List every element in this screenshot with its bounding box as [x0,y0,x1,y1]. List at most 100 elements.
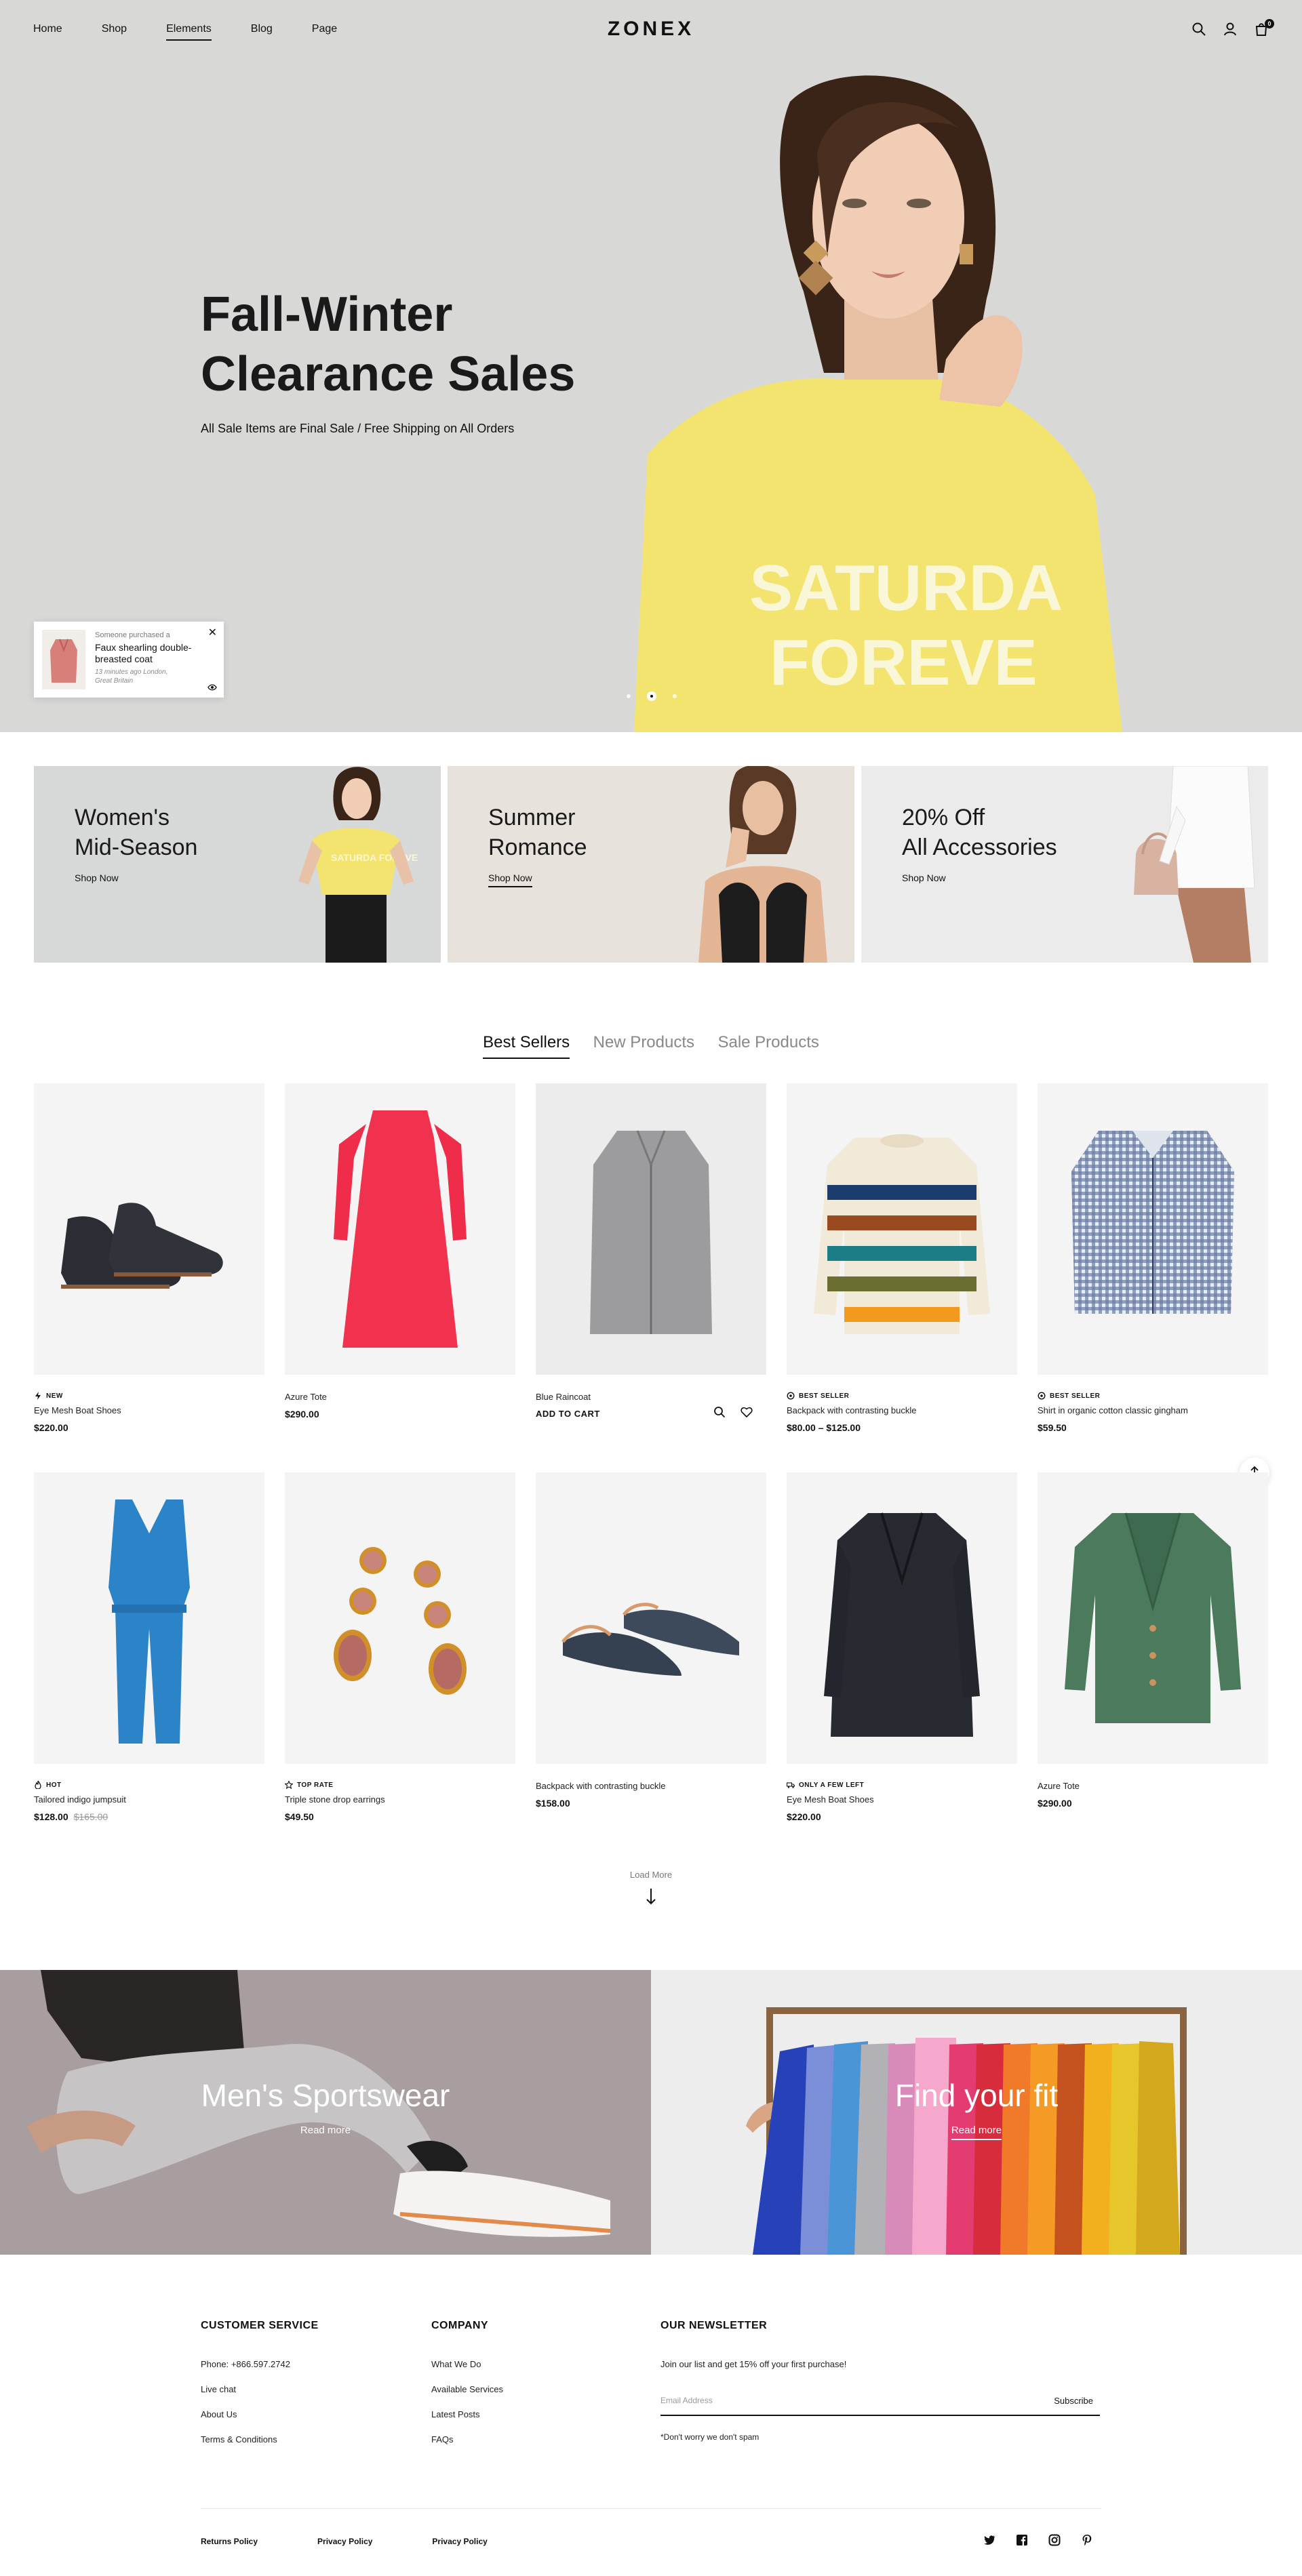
close-icon[interactable]: ✕ [208,626,217,639]
newsletter-note: *Don't worry we don't spam [660,2432,760,2442]
product-image[interactable] [34,1472,264,1764]
product-image[interactable] [536,1472,766,1764]
product-badge-label: BEST SELLER [799,1392,850,1400]
popup-product-thumbnail [42,630,85,689]
privacy-policy-link[interactable]: Privacy Policy [317,2537,372,2546]
product-badge-label: TOP RATE [297,1781,334,1789]
arrow-down-icon[interactable] [645,1887,657,1906]
quick-view-search-icon[interactable] [713,1406,726,1418]
banner-title-line2: Romance [488,834,587,860]
product-image[interactable] [34,1083,264,1375]
shop-now-link[interactable]: Shop Now [75,872,119,886]
old-price: $165.00 [73,1811,108,1822]
product-badge: HOT [34,1781,62,1789]
product-name[interactable]: Tailored indigo jumpsuit [34,1794,126,1805]
hero-model-image: SATURDA FOREVE [634,75,1122,732]
banner-title: Women's Mid-Season [75,803,197,862]
slider-dot-2[interactable] [647,691,656,701]
promo-mens-sportswear[interactable]: Men's Sportswear Read more [0,1970,651,2255]
tshirt-print-line2: FOREVE [770,626,1038,699]
product-name[interactable]: Eye Mesh Boat Shoes [787,1794,874,1805]
footer-link-about-us[interactable]: About Us [201,2409,319,2419]
product-name[interactable]: Backpack with contrasting buckle [787,1405,916,1415]
banner-accessories[interactable]: 20% Off All Accessories Shop Now [861,766,1268,963]
product-badge: BEST SELLER [787,1392,849,1400]
footer-link-live-chat[interactable]: Live chat [201,2384,319,2394]
cart-icon[interactable]: 0 [1254,19,1274,37]
footer-heading: COMPANY [431,2320,489,2331]
footer-link-faqs[interactable]: FAQs [431,2434,503,2444]
product-image[interactable] [787,1472,1017,1764]
nav-elements[interactable]: Elements [166,23,212,41]
read-more-link[interactable]: Read more [300,2125,351,2139]
user-icon[interactable] [1223,22,1238,37]
product-name[interactable]: Shirt in organic cotton classic gingham [1038,1405,1188,1415]
tab-best-sellers[interactable]: Best Sellers [483,1033,570,1059]
header-icons: 0 [1191,19,1274,37]
twitter-icon[interactable] [983,2534,995,2546]
email-input[interactable] [660,2396,1000,2405]
recent-purchase-popup[interactable]: Someone purchased a Faux shearling doubl… [34,622,224,698]
add-to-cart-button[interactable]: ADD TO CART [536,1409,600,1419]
footer-link-phone[interactable]: Phone: +866.597.2742 [201,2359,319,2369]
current-price: $128.00 [34,1811,68,1822]
product-name[interactable]: Blue Raincoat [536,1392,591,1402]
promo-title: Men's Sportswear [201,2078,450,2113]
nav-blog[interactable]: Blog [251,23,273,41]
facebook-icon[interactable] [1016,2534,1028,2546]
product-image[interactable] [285,1083,515,1375]
product-price: $49.50 [285,1811,314,1822]
site-logo[interactable]: ZONEX [608,18,694,41]
tab-new-products[interactable]: New Products [593,1033,694,1058]
instagram-icon[interactable] [1048,2534,1061,2546]
product-price: $220.00 [34,1422,68,1433]
search-icon[interactable] [1191,22,1206,37]
wishlist-heart-icon[interactable] [741,1406,753,1418]
nav-home[interactable]: Home [33,23,62,41]
promo-find-your-fit[interactable]: Find your fit Read more [651,1970,1302,2255]
product-badge: BEST SELLER [1038,1392,1100,1400]
banner-model-image [698,766,827,963]
policy-links: Returns Policy Privacy Policy Privacy Po… [201,2537,520,2546]
product-image[interactable] [1038,1472,1268,1764]
product-image[interactable] [285,1472,515,1764]
slider-dot-3[interactable] [673,694,677,698]
product-image[interactable] [1038,1083,1268,1375]
pinterest-icon[interactable] [1081,2534,1093,2546]
footer-link-terms[interactable]: Terms & Conditions [201,2434,319,2444]
slider-dot-1[interactable] [627,694,631,698]
product-price: $80.00 – $125.00 [787,1422,861,1433]
product-name[interactable]: Eye Mesh Boat Shoes [34,1405,121,1415]
product-name[interactable]: Azure Tote [285,1392,327,1402]
product-image[interactable] [787,1083,1017,1375]
product-name[interactable]: Backpack with contrasting buckle [536,1781,665,1791]
banner-title-line2: Mid-Season [75,834,198,860]
nav-page[interactable]: Page [312,23,337,41]
product-name[interactable]: Triple stone drop earrings [285,1794,385,1805]
footer-link-latest-posts[interactable]: Latest Posts [431,2409,503,2419]
shop-now-link[interactable]: Shop Now [488,872,532,887]
banner-title-line2: All Accessories [902,834,1057,860]
shop-now-link[interactable]: Shop Now [902,872,946,886]
banner-summer-romance[interactable]: Summer Romance Shop Now [448,766,854,963]
returns-policy-link[interactable]: Returns Policy [201,2537,258,2546]
load-more-button[interactable]: Load More [0,1870,1302,1880]
eye-icon[interactable] [208,684,217,691]
tab-sale-products[interactable]: Sale Products [717,1033,818,1058]
footer-link-services[interactable]: Available Services [431,2384,503,2394]
product-price: $290.00 [1038,1798,1072,1809]
footer-heading: CUSTOMER SERVICE [201,2320,319,2331]
hero-subtitle: All Sale Items are Final Sale / Free Shi… [201,422,515,435]
cart-count-badge: 0 [1265,19,1274,28]
banner-womens-mid-season[interactable]: SATURDA FOREVE Women's Mid-Season Shop N… [34,766,441,963]
subscribe-button[interactable]: Subscribe [1054,2396,1093,2406]
product-badge: NEW [34,1392,63,1400]
product-name[interactable]: Azure Tote [1038,1781,1080,1791]
footer-link-what-we-do[interactable]: What We Do [431,2359,503,2369]
read-more-link[interactable]: Read more [951,2125,1002,2140]
privacy-policy-link[interactable]: Privacy Policy [432,2537,487,2546]
popup-product-name[interactable]: Faux shearling double-breasted coat [95,642,197,665]
nav-shop[interactable]: Shop [102,23,127,41]
product-image[interactable] [536,1083,766,1375]
product-price: $290.00 [285,1409,319,1420]
